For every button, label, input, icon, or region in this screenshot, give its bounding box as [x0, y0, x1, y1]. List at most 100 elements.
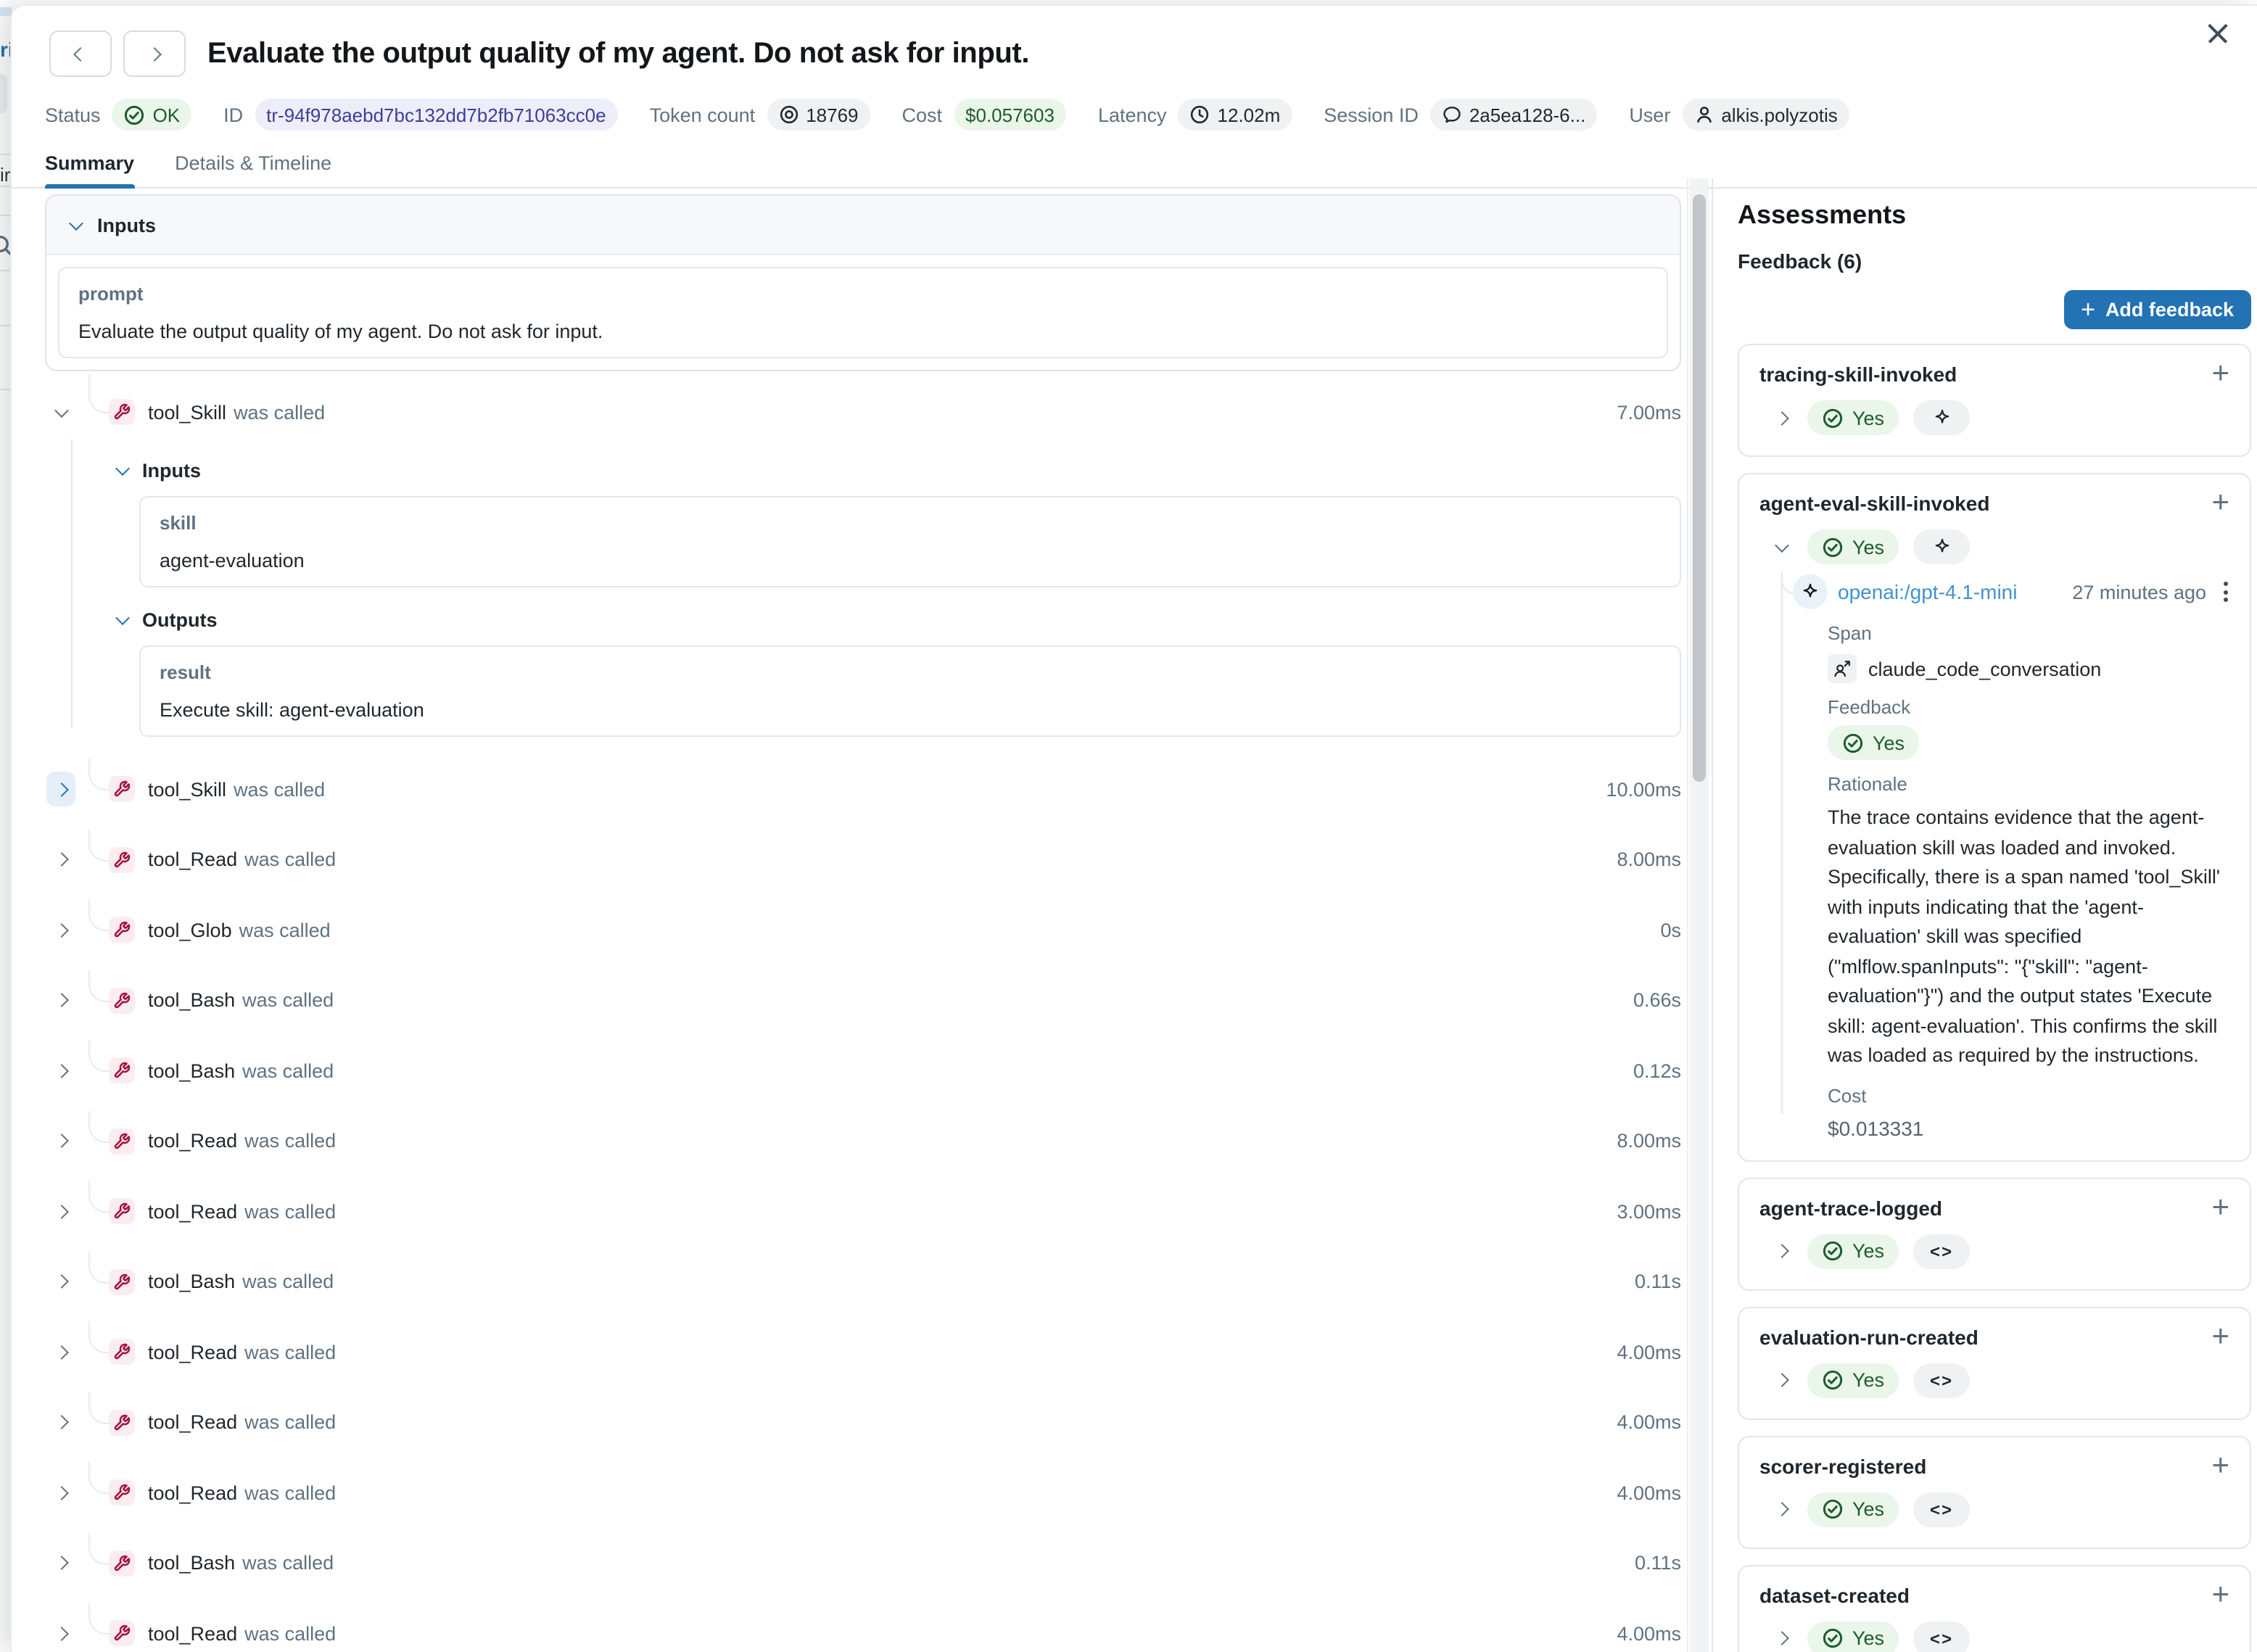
- expand-span-button[interactable]: [46, 1124, 75, 1159]
- tree-connector: [88, 1392, 110, 1424]
- assessment-value-badge[interactable]: Yes: [1807, 1621, 1899, 1652]
- expand-assessment-button[interactable]: [1770, 1234, 1793, 1268]
- span-suffix: was called: [234, 779, 325, 801]
- assessment-card-tracing-skill-invoked: tracing-skill-invoked + Yes: [1738, 344, 2251, 457]
- expand-assessment-button[interactable]: [1770, 1621, 1793, 1652]
- tool-wrench-icon: [109, 1128, 135, 1155]
- expand-span-button[interactable]: [46, 772, 75, 807]
- span-row[interactable]: tool_Read was called 8.00ms: [45, 1106, 1681, 1176]
- expand-assessment-button[interactable]: [1770, 1492, 1793, 1527]
- assessment-card-dataset-created: dataset-created + Yes <>: [1738, 1564, 2251, 1652]
- expand-span-button[interactable]: [46, 1335, 75, 1370]
- code-source-badge[interactable]: <>: [1913, 1492, 1970, 1527]
- span-inputs-header[interactable]: Inputs: [117, 460, 1681, 482]
- next-trace-button[interactable]: [123, 30, 186, 77]
- expand-span-button[interactable]: [46, 1194, 75, 1229]
- kebab-menu-icon[interactable]: [2224, 582, 2228, 602]
- assessment-cost: $0.013331: [1828, 1116, 2232, 1139]
- trace-span-icon: [1828, 654, 1857, 683]
- span-row[interactable]: tool_Read was called 4.00ms: [45, 1317, 1681, 1387]
- span-name: tool_Read: [148, 1201, 237, 1223]
- expand-span-button[interactable]: [46, 843, 75, 877]
- assessment-value-badge[interactable]: Yes: [1807, 1234, 1899, 1268]
- collapse-assessment-button[interactable]: [1770, 529, 1793, 564]
- code-source-badge[interactable]: <>: [1913, 1363, 1970, 1397]
- span-row[interactable]: tool_Glob was called 0s: [45, 895, 1681, 965]
- assessment-value-badge[interactable]: Yes: [1807, 400, 1899, 435]
- add-assessment-icon[interactable]: +: [2211, 358, 2229, 389]
- expand-span-button[interactable]: [46, 1546, 75, 1581]
- span-row[interactable]: tool_Bash was called 0.11s: [45, 1528, 1681, 1598]
- trace-title: Evaluate the output quality of my agent.…: [207, 37, 1029, 70]
- collapse-span-button[interactable]: [46, 395, 75, 429]
- expand-span-button[interactable]: [46, 1476, 75, 1511]
- span-row[interactable]: tool_Read was called 4.00ms: [45, 1387, 1681, 1458]
- status-group: Status OK: [45, 99, 191, 131]
- expand-span-button[interactable]: [46, 913, 75, 948]
- scrollbar[interactable]: [1690, 178, 1709, 1652]
- span-duration: 7.00ms: [1617, 401, 1681, 423]
- id-label: ID: [223, 104, 243, 125]
- add-assessment-icon[interactable]: +: [2211, 487, 2229, 518]
- expand-assessment-button[interactable]: [1770, 400, 1793, 435]
- trace-id-badge[interactable]: tr-94f978aebd7bc132dd7b2fb71063cc0e: [255, 99, 617, 131]
- expand-span-button[interactable]: [46, 1616, 75, 1651]
- add-assessment-icon[interactable]: +: [2211, 1321, 2229, 1351]
- add-feedback-button[interactable]: + Add feedback: [2063, 290, 2251, 329]
- code-icon: <>: [1930, 1370, 1953, 1390]
- span-row[interactable]: tool_Read was called 4.00ms: [45, 1598, 1681, 1652]
- span-list: tool_Skill was called 10.00ms tool_Read …: [45, 754, 1681, 1652]
- span-input-field: skill agent-evaluation: [139, 496, 1681, 587]
- span-name: tool_Read: [148, 1131, 237, 1152]
- span-row[interactable]: tool_Skill was called 10.00ms: [45, 754, 1681, 825]
- span-row[interactable]: tool_Bash was called 0.12s: [45, 1036, 1681, 1106]
- span-row[interactable]: tool_Read was called 3.00ms: [45, 1176, 1681, 1247]
- span-row-expanded[interactable]: tool_Skill was called 7.00ms: [45, 384, 1681, 439]
- span-suffix: was called: [244, 1482, 336, 1504]
- expand-span-button[interactable]: [46, 1054, 75, 1089]
- close-drawer-icon[interactable]: [2205, 20, 2231, 46]
- cost-group: Cost $0.057603: [902, 99, 1066, 131]
- check-circle-icon: [1822, 536, 1844, 558]
- add-assessment-icon[interactable]: +: [2211, 1450, 2229, 1480]
- span-row[interactable]: tool_Read was called 4.00ms: [45, 1458, 1681, 1528]
- span-row[interactable]: tool_Bash was called 0.66s: [45, 965, 1681, 1036]
- llm-judge-icon: [1793, 574, 1828, 609]
- span-row[interactable]: tool_Bash was called 0.11s: [45, 1247, 1681, 1317]
- span-row[interactable]: tool_Read was called 8.00ms: [45, 825, 1681, 895]
- assessment-cards: tracing-skill-invoked + Yes: [1738, 344, 2251, 1652]
- add-assessment-icon[interactable]: +: [2211, 1191, 2229, 1222]
- judge-model-link[interactable]: openai:/gpt-4.1-mini: [1838, 580, 2018, 603]
- field-value: Execute skill: agent-evaluation: [160, 699, 1661, 721]
- assessment-timestamp: 27 minutes ago: [2072, 581, 2206, 603]
- span-reference-name: claude_code_conversation: [1868, 658, 2101, 680]
- session-id-badge[interactable]: 2a5ea128-6...: [1430, 99, 1597, 131]
- field-name: prompt: [78, 283, 1648, 305]
- span-duration: 4.00ms: [1617, 1342, 1681, 1363]
- add-assessment-icon[interactable]: +: [2211, 1579, 2229, 1609]
- inputs-card-header[interactable]: Inputs: [46, 196, 1680, 255]
- span-name: tool_Bash: [148, 1060, 235, 1082]
- span-reference[interactable]: claude_code_conversation: [1828, 654, 2232, 683]
- scrollbar-thumb[interactable]: [1693, 194, 1706, 782]
- assessment-value-row: Yes <>: [1770, 1234, 2232, 1268]
- expand-span-button[interactable]: [46, 1265, 75, 1300]
- llm-judge-badge[interactable]: [1913, 400, 1970, 435]
- field-name: skill: [160, 512, 1661, 534]
- span-name: tool_Bash: [148, 1553, 235, 1574]
- prev-trace-button[interactable]: [49, 30, 112, 77]
- code-source-badge[interactable]: <>: [1913, 1621, 1970, 1652]
- assessment-value-badge[interactable]: Yes: [1807, 529, 1899, 564]
- expand-span-button[interactable]: [46, 1405, 75, 1440]
- span-name: tool_Read: [148, 1412, 237, 1434]
- span-outputs-header[interactable]: Outputs: [117, 609, 1681, 631]
- assessment-name: evaluation-run-created: [1759, 1325, 2232, 1348]
- feedback-label: Feedback: [1828, 696, 2232, 718]
- chevron-right-icon: [54, 1134, 68, 1149]
- llm-judge-badge[interactable]: [1913, 529, 1970, 564]
- code-source-badge[interactable]: <>: [1913, 1234, 1970, 1268]
- assessment-value-badge[interactable]: Yes: [1807, 1492, 1899, 1527]
- expand-assessment-button[interactable]: [1770, 1363, 1793, 1397]
- assessment-value-badge[interactable]: Yes: [1807, 1363, 1899, 1397]
- expand-span-button[interactable]: [46, 983, 75, 1018]
